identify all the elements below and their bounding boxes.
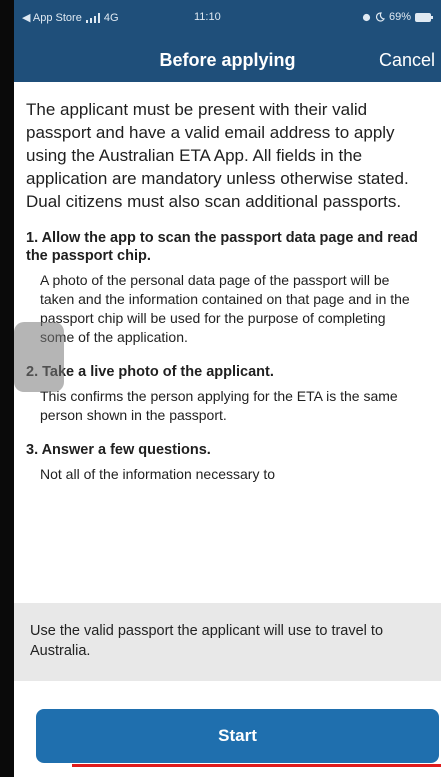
start-button[interactable]: Start (36, 709, 439, 763)
page-title: Before applying (159, 50, 296, 70)
step-3-body: Not all of the information necessary to (40, 466, 276, 482)
alarm-icon (362, 13, 371, 21)
step-2: 2. Take a live photo of the applicant. T… (26, 363, 429, 425)
cancel-button[interactable]: Cancel (379, 50, 435, 71)
moon-icon (375, 12, 385, 22)
battery-percent: 69% (388, 11, 411, 23)
step-2-body: This confirms the person applying for th… (40, 388, 398, 423)
instructions-content[interactable]: The applicant must be present with their… (14, 82, 441, 682)
intro-text: The applicant must be present with their… (26, 100, 409, 211)
status-left: ◀ App Store 4G (22, 11, 119, 25)
signal-icon (85, 12, 100, 23)
step-3-title: 3. Answer a few questions. (26, 442, 211, 458)
notice-text: Use the valid passport the applicant wil… (30, 623, 384, 659)
status-time: 11:10 (194, 11, 221, 23)
assistive-touch-button[interactable] (14, 322, 64, 392)
highlight-underline (72, 764, 441, 767)
start-button-label: Start (218, 726, 257, 745)
step-1: 1. Allow the app to scan the passport da… (26, 229, 429, 347)
back-to-app-store-link[interactable]: ◀ App Store (22, 11, 82, 24)
status-right: 69% (362, 11, 433, 23)
nav-bar: Before applying Cancel (14, 38, 441, 82)
step-3: 3. Answer a few questions. Not all of th… (26, 441, 429, 484)
step-1-title: 1. Allow the app to scan the passport da… (26, 230, 418, 264)
battery-icon (415, 12, 433, 22)
step-2-title: 2. Take a live photo of the applicant. (26, 364, 274, 380)
step-1-body: A photo of the personal data page of the… (40, 272, 410, 345)
network-type: 4G (103, 11, 119, 24)
status-bar: ◀ App Store 4G 11:10 69% (14, 0, 441, 38)
passport-notice: Use the valid passport the applicant wil… (14, 603, 441, 681)
bottom-action-area: Start (14, 681, 441, 777)
app-screen: ◀ App Store 4G 11:10 69% Before applying… (14, 0, 441, 777)
